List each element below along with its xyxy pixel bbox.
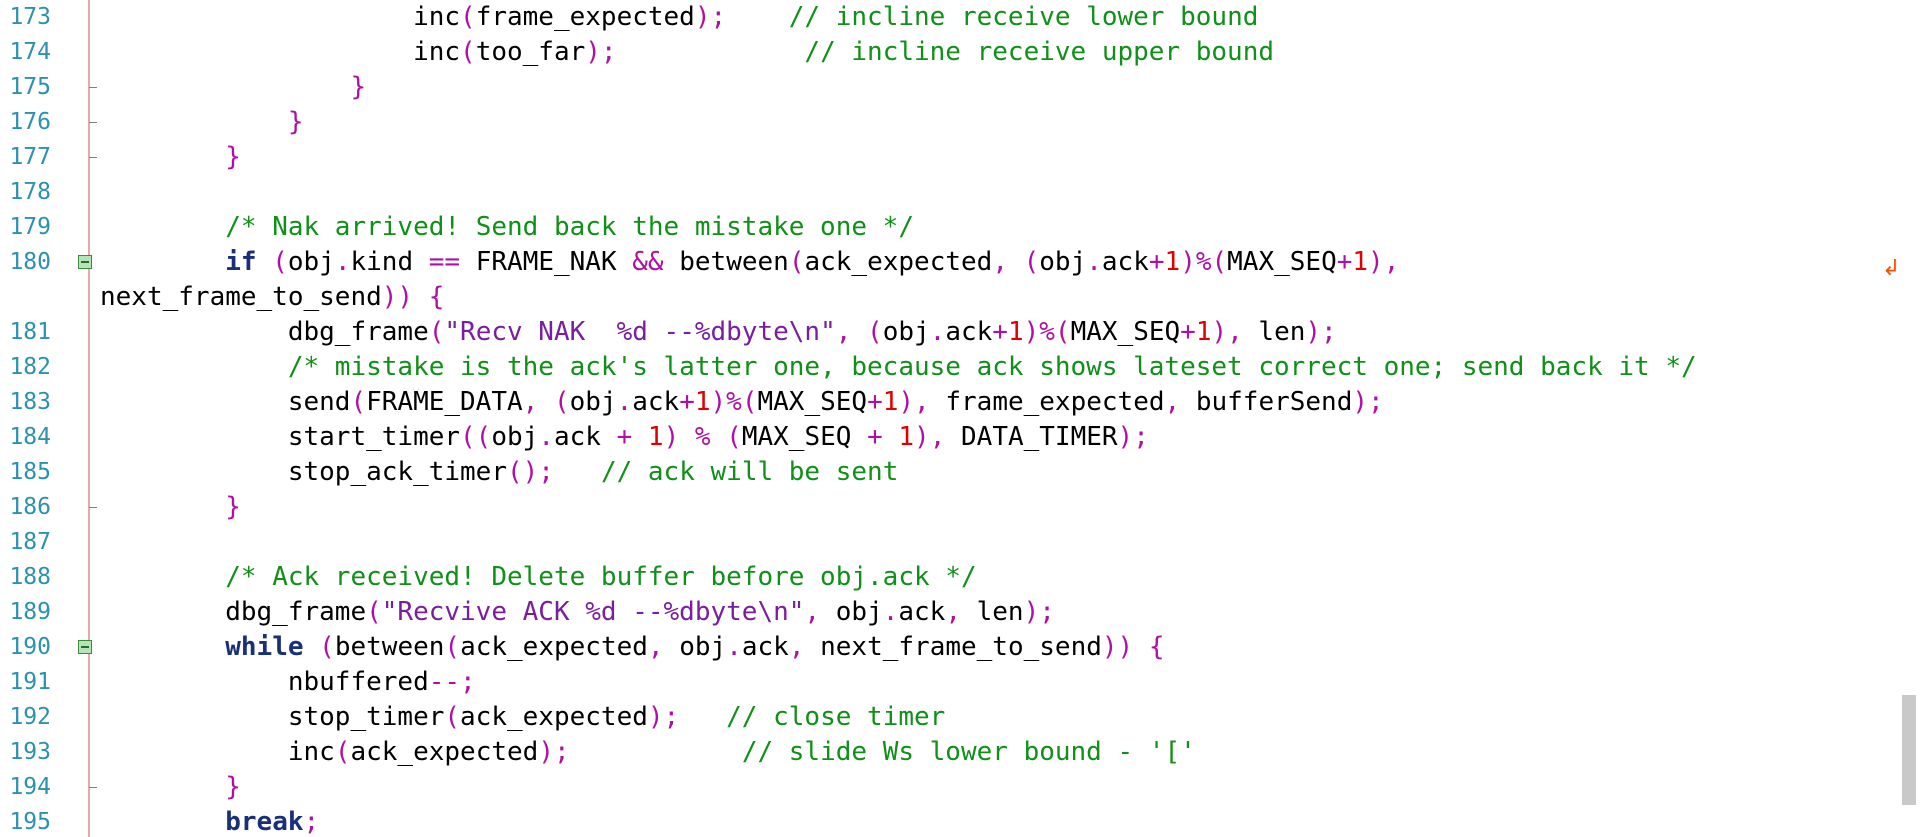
line-number: 190 — [9, 634, 51, 660]
code-line[interactable]: 177 } — [0, 140, 1900, 175]
line-number: 177 — [9, 144, 51, 170]
code-line[interactable]: 190 while (between(ack_expected, obj.ack… — [0, 630, 1900, 665]
code-line[interactable]: 173 inc(frame_expected); // incline rece… — [0, 0, 1900, 35]
scrollbar-thumb[interactable] — [1902, 695, 1916, 805]
line-number: 195 — [9, 809, 51, 835]
line-number: 176 — [9, 109, 51, 135]
code-line[interactable]: 180 if (obj.kind == FRAME_NAK && between… — [0, 245, 1900, 281]
line-code: stop_timer(ack_expected); // close timer — [100, 702, 946, 732]
line-number: 191 — [9, 669, 51, 695]
line-code: while (between(ack_expected, obj.ack, ne… — [225, 632, 1165, 662]
line-code: break; — [225, 807, 320, 837]
code-line[interactable]: 189 dbg_frame("Recvive ACK %d --%dbyte\n… — [0, 595, 1900, 630]
line-number: 182 — [9, 354, 51, 380]
line-code: } — [225, 142, 241, 172]
code-line[interactable]: 183 send(FRAME_DATA, (obj.ack+1)%(MAX_SE… — [0, 385, 1900, 420]
code-line[interactable]: 195 break; — [0, 805, 1900, 837]
code-line[interactable]: 185 stop_ack_timer(); // ack will be sen… — [0, 455, 1900, 490]
line-code: send(FRAME_DATA, (obj.ack+1)%(MAX_SEQ+1)… — [100, 387, 1384, 417]
vertical-scrollbar[interactable] — [1900, 0, 1920, 837]
line-number: 185 — [9, 459, 51, 485]
fold-collapse-icon[interactable] — [78, 640, 92, 654]
line-code: } — [350, 72, 367, 102]
line-code: dbg_frame("Recvive ACK %d --%dbyte\n", o… — [100, 597, 1055, 627]
code-line[interactable]: next_frame_to_send)) { — [0, 280, 1900, 315]
line-code: } — [287, 107, 304, 137]
code-line[interactable]: 176 } — [0, 105, 1900, 140]
line-code: inc(frame_expected); // incline receive … — [100, 2, 1259, 32]
line-code: /* Nak arrived! Send back the mistake on… — [225, 212, 914, 242]
line-code: /* Ack received! Delete buffer before ob… — [225, 562, 977, 592]
line-number: 181 — [9, 319, 51, 345]
code-editor[interactable]: 173 inc(frame_expected); // incline rece… — [0, 0, 1920, 837]
code-line[interactable]: 192 stop_timer(ack_expected); // close t… — [0, 700, 1900, 735]
code-line[interactable]: 178 — [0, 175, 1900, 210]
line-code: } — [225, 492, 241, 522]
line-number: 175 — [9, 74, 51, 100]
line-number: 183 — [9, 389, 51, 415]
line-number: 187 — [9, 529, 51, 555]
line-number: 194 — [9, 774, 51, 800]
line-number: 186 — [9, 494, 51, 520]
line-number: 173 — [9, 4, 51, 30]
line-code: } — [225, 772, 241, 802]
fold-end-marker — [89, 787, 97, 788]
line-number: 180 — [9, 249, 51, 275]
line-code: stop_ack_timer(); // ack will be sent — [100, 457, 899, 487]
code-line[interactable]: 184 start_timer((obj.ack + 1) % (MAX_SEQ… — [0, 420, 1900, 455]
line-number: 184 — [9, 424, 51, 450]
code-line[interactable]: 181 dbg_frame("Recv NAK %d --%dbyte\n", … — [0, 315, 1900, 350]
code-line[interactable]: 179 /* Nak arrived! Send back the mistak… — [0, 210, 1900, 245]
code-line[interactable]: 182 /* mistake is the ack's latter one, … — [0, 350, 1900, 385]
fold-collapse-icon[interactable] — [78, 255, 92, 269]
line-code: if (obj.kind == FRAME_NAK && between(ack… — [225, 247, 1400, 277]
code-line[interactable]: 191 nbuffered--; — [0, 665, 1900, 700]
code-line[interactable]: 187 — [0, 525, 1900, 560]
line-number: 174 — [9, 39, 51, 65]
line-code: dbg_frame("Recv NAK %d --%dbyte\n", (obj… — [100, 317, 1337, 347]
fold-end-marker — [89, 122, 97, 123]
line-code: nbuffered--; — [100, 667, 476, 697]
line-code: start_timer((obj.ack + 1) % (MAX_SEQ + 1… — [100, 422, 1149, 452]
line-code: next_frame_to_send)) { — [100, 282, 445, 312]
line-number: 192 — [9, 704, 51, 730]
line-code: inc(ack_expected); // slide Ws lower bou… — [100, 737, 1196, 767]
line-code: /* mistake is the ack's latter one, beca… — [287, 352, 1697, 382]
line-number: 178 — [9, 179, 51, 205]
fold-end-marker — [89, 157, 97, 158]
line-number: 189 — [9, 599, 51, 625]
fold-end-marker — [89, 507, 97, 508]
line-number: 179 — [9, 214, 51, 240]
code-line[interactable]: 174 inc(too_far); // incline receive upp… — [0, 35, 1900, 70]
line-code: inc(too_far); // incline receive upper b… — [100, 37, 1275, 67]
fold-end-marker — [89, 87, 97, 88]
line-number: 188 — [9, 564, 51, 590]
code-line[interactable]: 188 /* Ack received! Delete buffer befor… — [0, 560, 1900, 595]
code-line[interactable]: 186 } — [0, 490, 1900, 525]
code-line[interactable]: 193 inc(ack_expected); // slide Ws lower… — [0, 735, 1900, 770]
code-line[interactable]: 194 } — [0, 770, 1900, 805]
line-number: 193 — [9, 739, 51, 765]
code-line[interactable]: 175 } — [0, 70, 1900, 105]
